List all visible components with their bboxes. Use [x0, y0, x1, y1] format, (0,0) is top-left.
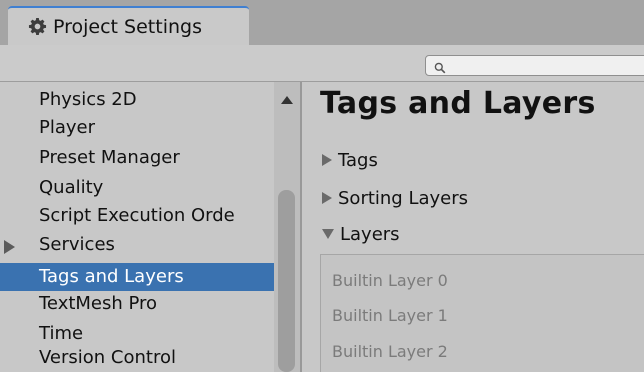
tab-title: Project Settings [53, 15, 202, 38]
sidebar-item-label: Physics 2D [39, 89, 137, 110]
sidebar-item-label: Version Control [39, 347, 176, 368]
layer-row: Builtin Layer 1 [332, 306, 448, 325]
collapsed-arrow-icon [322, 154, 332, 166]
sidebar-item-preset-manager[interactable]: Preset Manager [0, 144, 274, 172]
settings-sidebar: Physics 2D Player Preset Manager Quality… [0, 82, 300, 372]
scroll-up-arrow-icon[interactable] [281, 96, 293, 104]
sidebar-scrollbar[interactable] [274, 82, 300, 372]
foldout-tags[interactable]: Tags [322, 145, 378, 175]
window-tab-strip: Project Settings [0, 0, 644, 45]
foldout-sorting-layers[interactable]: Sorting Layers [322, 183, 468, 213]
sidebar-item-script-execution-order[interactable]: Script Execution Orde [0, 202, 274, 230]
foldout-layers[interactable]: Layers [322, 219, 400, 249]
page-title: Tags and Layers [320, 86, 596, 121]
toolbar [0, 45, 644, 82]
search-icon [434, 59, 446, 74]
layer-row: Builtin Layer 2 [332, 342, 448, 361]
collapsed-arrow-icon [322, 192, 332, 204]
sidebar-item-player[interactable]: Player [0, 114, 274, 142]
sidebar-item-label: Preset Manager [39, 147, 180, 168]
sidebar-item-quality[interactable]: Quality [0, 174, 274, 202]
tab-project-settings[interactable]: Project Settings [8, 6, 249, 45]
expanded-arrow-icon [322, 229, 334, 239]
sidebar-item-label: TextMesh Pro [39, 293, 158, 314]
sidebar-item-label: Time [39, 323, 84, 344]
sidebar-item-tags-and-layers[interactable]: Tags and Layers [0, 263, 274, 291]
foldout-label: Sorting Layers [338, 187, 469, 209]
foldout-label: Layers [340, 223, 400, 245]
sidebar-item-label: Script Execution Orde [39, 205, 235, 226]
search-field[interactable] [425, 55, 644, 77]
sidebar-item-label: Player [39, 117, 96, 138]
gear-icon [28, 17, 47, 36]
sidebar-item-textmesh-pro[interactable]: TextMesh Pro [0, 290, 274, 318]
layers-list: Builtin Layer 0 Builtin Layer 1 Builtin … [320, 254, 644, 372]
sidebar-item-version-control[interactable]: Version Control [0, 344, 274, 372]
settings-main-panel: Tags and Layers Tags Sorting Layers Laye… [302, 82, 644, 372]
scroll-thumb[interactable] [278, 190, 295, 372]
sidebar-item-label: Quality [39, 177, 104, 198]
layer-row: Builtin Layer 0 [332, 271, 448, 290]
sidebar-item-physics-2d[interactable]: Physics 2D [0, 86, 274, 114]
sidebar-item-label: Tags and Layers [39, 266, 184, 287]
search-input[interactable] [450, 56, 644, 77]
foldout-label: Tags [338, 149, 378, 171]
expand-arrow-icon[interactable] [4, 240, 15, 254]
sidebar-item-services[interactable]: Services [0, 231, 274, 259]
sidebar-item-label: Services [39, 234, 115, 255]
